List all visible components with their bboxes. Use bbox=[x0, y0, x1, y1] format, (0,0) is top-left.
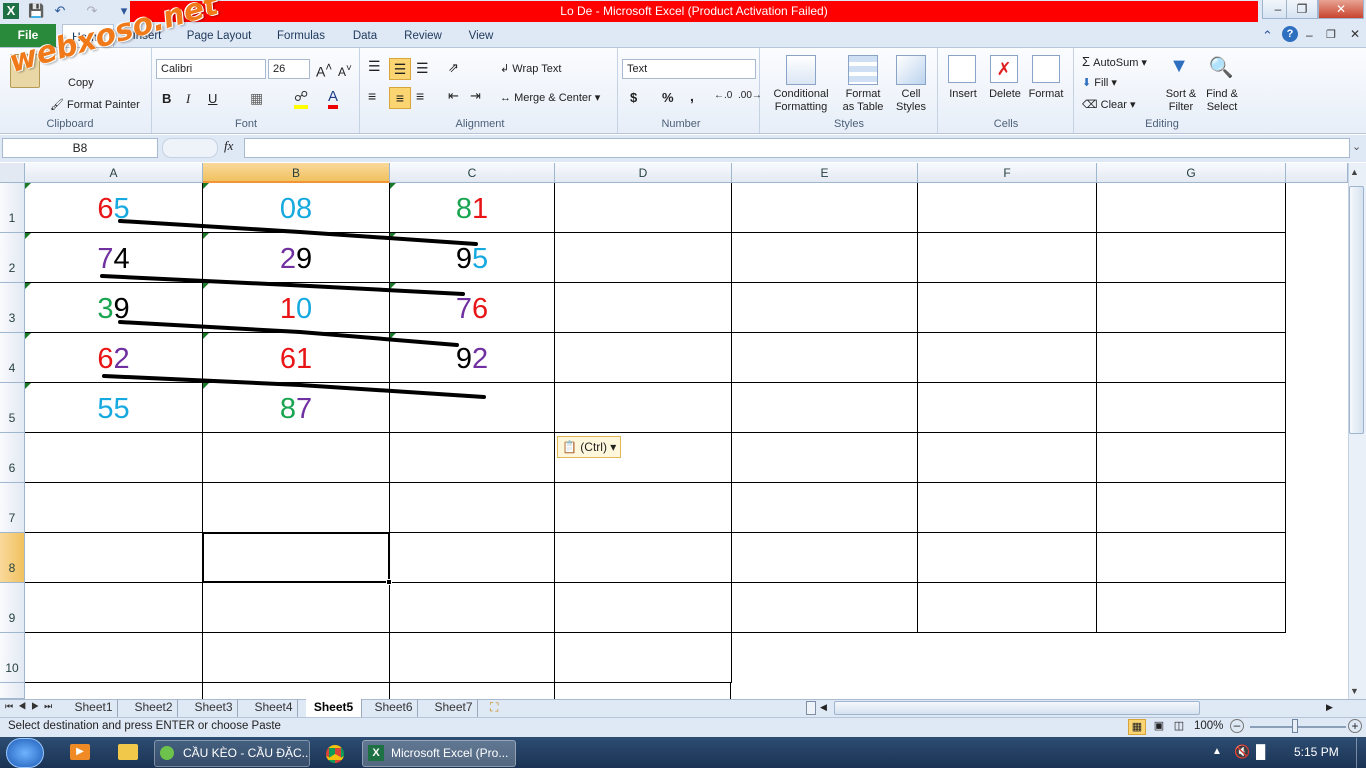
sheet-tab-4[interactable]: Sheet4 bbox=[250, 699, 298, 717]
coccoc-icon bbox=[160, 746, 174, 760]
explorer-icon[interactable] bbox=[118, 744, 138, 760]
paste-options-label: (Ctrl) bbox=[580, 440, 607, 454]
scroll-down-icon[interactable]: ▼ bbox=[1350, 686, 1359, 696]
page-layout-view-icon[interactable]: ▣ bbox=[1150, 719, 1168, 735]
sheet-tab-1[interactable]: Sheet1 bbox=[70, 699, 118, 717]
taskbar-item-browser[interactable]: CẦU KÈO - CẦU ĐẶC... bbox=[154, 740, 310, 767]
zoom-slider[interactable] bbox=[1250, 726, 1346, 728]
zoom-level[interactable]: 100% bbox=[1194, 720, 1223, 732]
sheet-tab-5-active[interactable]: Sheet5 bbox=[306, 699, 362, 717]
sheet-tab-2[interactable]: Sheet2 bbox=[130, 699, 178, 717]
scroll-up-icon[interactable]: ▲ bbox=[1350, 167, 1359, 177]
status-message: Select destination and press ENTER or ch… bbox=[8, 720, 281, 732]
show-hidden-icons-icon[interactable]: ▲ bbox=[1212, 746, 1222, 757]
zoom-out-icon[interactable]: – bbox=[1230, 719, 1244, 733]
volume-muted-icon[interactable]: 🔇 bbox=[1234, 744, 1250, 760]
page-break-view-icon[interactable]: ◫ bbox=[1170, 719, 1188, 735]
pen-strokes bbox=[100, 219, 486, 399]
taskbar-browser-label: CẦU KÈO - CẦU ĐẶC... bbox=[183, 746, 310, 760]
hscroll-right-icon[interactable]: ▶ bbox=[1326, 702, 1333, 713]
tab-split-handle[interactable] bbox=[806, 701, 816, 715]
excel-taskbar-icon: X bbox=[368, 745, 384, 761]
pen-stroke-3 bbox=[118, 320, 459, 347]
sheet-nav-arrows-icon[interactable]: ⏮◀▶⏭ bbox=[5, 701, 57, 712]
paste-options-button[interactable]: 📋 (Ctrl) ▾ bbox=[557, 436, 622, 458]
horizontal-scroll-thumb[interactable] bbox=[834, 701, 1200, 715]
pen-stroke-4 bbox=[102, 374, 486, 399]
hscroll-left-icon[interactable]: ◀ bbox=[820, 702, 827, 713]
zoom-in-icon[interactable]: + bbox=[1348, 719, 1362, 733]
vertical-scroll-thumb[interactable] bbox=[1349, 186, 1364, 434]
normal-view-icon[interactable]: ▦ bbox=[1128, 719, 1146, 735]
start-button[interactable] bbox=[6, 738, 44, 768]
zoom-slider-thumb[interactable] bbox=[1292, 719, 1298, 733]
taskbar-excel-label: Microsoft Excel (Pro... bbox=[391, 746, 509, 760]
sheet-tab-6[interactable]: Sheet6 bbox=[370, 699, 418, 717]
pen-stroke-2 bbox=[100, 274, 465, 296]
sheet-tab-3[interactable]: Sheet3 bbox=[190, 699, 238, 717]
network-signal-icon[interactable]: █ bbox=[1256, 744, 1265, 759]
show-desktop-button[interactable] bbox=[1356, 738, 1366, 768]
clock[interactable]: 5:15 PM bbox=[1294, 745, 1339, 759]
taskbar-item-excel[interactable]: Microsoft Excel (Pro... bbox=[362, 740, 516, 767]
paste-clipboard-icon: 📋 bbox=[562, 440, 577, 454]
insert-sheet-icon[interactable]: ⛶ bbox=[490, 700, 498, 715]
pen-stroke-1 bbox=[118, 219, 478, 246]
sheet-tab-7[interactable]: Sheet7 bbox=[430, 699, 478, 717]
media-player-icon[interactable]: ▶ bbox=[70, 744, 90, 760]
chrome-icon[interactable] bbox=[326, 745, 344, 763]
